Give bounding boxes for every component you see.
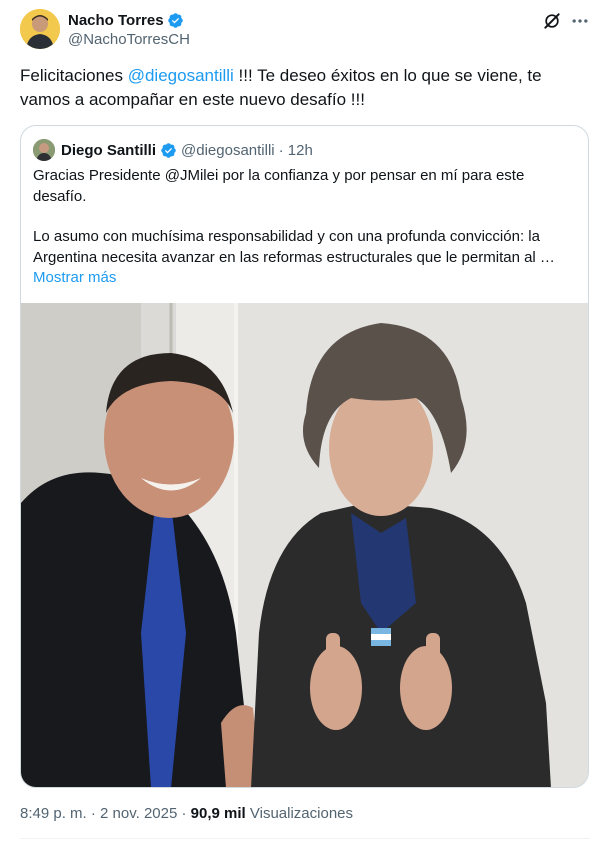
quoted-photo[interactable]: [21, 303, 588, 787]
quoted-text: Gracias Presidente @JMilei por la confia…: [33, 166, 578, 289]
grok-icon[interactable]: [542, 11, 562, 31]
quoted-author-name: Diego Santilli: [61, 141, 157, 159]
quoted-author-handle: @diegosantilli: [181, 141, 275, 159]
quoted-tweet[interactable]: Diego Santilli @diegosantilli · 12h Grac…: [20, 125, 589, 788]
tweet-meta: 8:49 p. m. · 2 nov. 2025 · 90,9 mil Visu…: [20, 805, 353, 822]
quoted-timestamp: · 12h: [278, 141, 313, 159]
views-label: Visualizaciones: [245, 805, 354, 822]
verified-badge-icon: [161, 142, 176, 158]
show-more-link[interactable]: Mostrar más: [33, 268, 578, 289]
tweet-text: Felicitaciones @diegosantilli !!! Te des…: [20, 64, 580, 112]
author-handle[interactable]: @NachoTorresCH: [68, 31, 190, 48]
mention-link[interactable]: @diegosantilli: [128, 66, 234, 85]
more-options-icon[interactable]: [570, 11, 590, 31]
quoted-paragraph: Lo asumo con muchísima responsabilidad y…: [33, 228, 555, 266]
tweet-header: Nacho Torres @NachoTorresCH: [20, 9, 590, 53]
tweet-timestamp[interactable]: 8:49 p. m. · 2 nov. 2025: [20, 805, 177, 822]
tweet-text-part: Felicitaciones: [20, 66, 128, 85]
meta-separator: ·: [177, 805, 191, 822]
quoted-author-avatar: [33, 139, 55, 161]
divider: [20, 838, 590, 839]
quoted-paragraph: Gracias Presidente @JMilei por la confia…: [33, 167, 525, 205]
verified-badge-icon: [167, 12, 183, 28]
author-avatar[interactable]: [20, 9, 60, 49]
views-count: 90,9 mil: [190, 805, 246, 822]
author-name[interactable]: Nacho Torres: [68, 12, 164, 29]
